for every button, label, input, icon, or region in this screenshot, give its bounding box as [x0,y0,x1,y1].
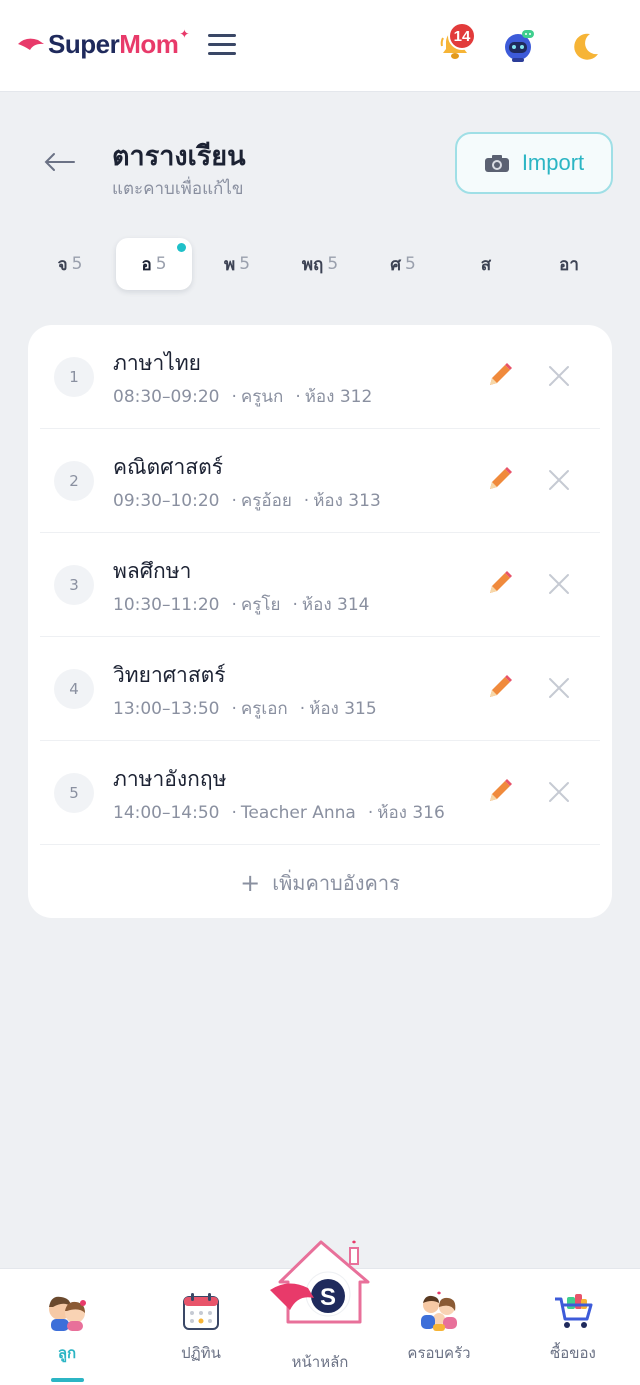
add-period-label: เพิ่มคาบอังคาร [272,871,400,895]
nav-shop-label: ซื้อของ [550,1344,596,1362]
period-room: ห้อง 314 [301,595,370,615]
edit-pencil-icon[interactable] [484,569,514,599]
period-teacher: ครูเอก [240,699,288,719]
period-subject: ภาษาอังกฤษ [113,767,227,791]
nav-shop[interactable]: ซื้อของ [518,1289,628,1379]
period-number: 3 [54,565,94,605]
page-title: ตารางเรียน [112,141,246,172]
plus-icon: + [240,869,261,897]
nav-calendar[interactable]: ปฏิทิน [146,1289,256,1379]
period-meta: 10:30–11:20 · ครูโย · ห้อง 314 [113,595,370,615]
period-row[interactable]: 3 พลศึกษา 10:30–11:20 · ครูโย · ห้อง 314 [40,533,600,637]
period-number: 5 [54,773,94,813]
logo-text-mom: Mom [119,28,179,59]
period-time: 08:30–09:20 [113,387,220,407]
period-room: ห้อง 315 [309,699,377,719]
delete-x-icon[interactable] [548,573,570,595]
edit-pencil-icon[interactable] [484,777,514,807]
ai-assistant-robot-icon[interactable] [500,28,536,64]
period-time: 10:30–11:20 [113,595,220,615]
notification-badge: 14 [448,22,476,50]
active-tab-indicator [51,1378,84,1382]
period-row[interactable]: 4 วิทยาศาสตร์ 13:00–13:50 · ครูเอก · ห้อง 31… [40,637,600,741]
nav-calendar-label: ปฏิทิน [181,1344,221,1362]
kids-icon [49,1296,86,1331]
period-teacher: ครูโย [240,595,281,615]
period-number: 1 [54,357,94,397]
edit-pencil-icon[interactable] [484,361,514,391]
cape-icon [18,38,44,50]
import-label: Import [521,150,585,175]
period-room: ห้อง 313 [313,491,381,511]
delete-x-icon[interactable] [548,677,570,699]
period-teacher: ครูอ้อย [240,491,292,511]
period-time: 09:30–10:20 [113,491,220,511]
hamburger-icon [208,34,236,37]
delete-x-icon[interactable] [548,781,570,803]
app-logo[interactable]: SuperMom ✦ [16,24,189,64]
page-subtitle: แตะคาบเพื่อแก้ไข [112,179,244,199]
period-subject: พลศึกษา [113,559,192,583]
edit-pencil-icon[interactable] [484,673,514,703]
period-teacher: ครูนก [240,387,284,407]
import-button[interactable]: Import [455,132,613,194]
day-tab-mon[interactable]: จ5 [32,238,108,290]
period-time: 13:00–13:50 [113,699,220,719]
family-icon [421,1291,457,1331]
period-meta: 08:30–09:20 · ครูนก · ห้อง 312 [113,387,373,407]
shopping-cart-icon [555,1294,593,1328]
nav-home-label: หน้าหลัก [291,1353,349,1371]
period-subject: ภาษาไทย [113,351,201,375]
period-room: ห้อง 312 [304,387,373,407]
camera-icon [484,155,509,172]
period-teacher: Teacher Anna [240,803,356,823]
period-meta: 13:00–13:50 · ครูเอก · ห้อง 315 [113,699,377,719]
period-meta: 09:30–10:20 · ครูอ้อย · ห้อง 313 [113,491,381,511]
period-number: 4 [54,669,94,709]
calendar-icon [183,1293,219,1330]
day-tab-sat[interactable]: ส [448,238,524,290]
day-tab-fri[interactable]: ศ5 [365,238,441,290]
add-period-button[interactable]: + เพิ่มคาบอังคาร [28,863,612,903]
period-row[interactable]: 5 ภาษาอังกฤษ 14:00–14:50 · Teacher Anna · ห้… [40,741,600,845]
delete-x-icon[interactable] [548,365,570,387]
dark-mode-moon-icon[interactable] [568,30,602,64]
menu-button[interactable] [208,34,236,56]
period-room: ห้อง 316 [377,803,445,823]
svg-text:S: S [320,1284,336,1311]
nav-kids-label: ลูก [57,1344,77,1362]
delete-x-icon[interactable] [548,469,570,491]
day-tab-tue[interactable]: อ5 [116,238,192,290]
logo-text-super: Super [48,28,120,59]
period-meta: 14:00–14:50 · Teacher Anna · ห้อง 316 [113,803,445,823]
day-tab-thu[interactable]: พฤ 5 [282,238,358,290]
schedule-card: 1 ภาษาไทย 08:30–09:20 · ครูนก · ห้อง 312 2 ค… [28,325,612,918]
day-tabs: จ5 อ5 พ5 พฤ 5 ศ5 ส อา [30,238,610,290]
nav-family[interactable]: ครอบครัว [384,1289,494,1379]
top-bar: SuperMom ✦ 14 [0,0,640,92]
home-house-logo-icon[interactable]: S [268,1238,374,1324]
period-row[interactable]: 2 คณิตศาสตร์ 09:30–10:20 · ครูอ้อย · ห้อง 31… [40,429,600,533]
sparkle-icon: ✦ [179,27,190,41]
nav-family-label: ครอบครัว [407,1344,471,1362]
period-subject: วิทยาศาสตร์ [113,663,226,687]
period-subject: คณิตศาสตร์ [113,455,224,479]
day-tab-wed[interactable]: พ5 [199,238,275,290]
edit-pencil-icon[interactable] [484,465,514,495]
period-row[interactable]: 1 ภาษาไทย 08:30–09:20 · ครูนก · ห้อง 312 [40,325,600,429]
period-number: 2 [54,461,94,501]
back-arrow-icon[interactable] [42,150,76,174]
today-indicator-dot [177,243,186,252]
nav-kids[interactable]: ลูก [12,1289,122,1379]
period-time: 14:00–14:50 [113,803,220,823]
day-tab-sun[interactable]: อา [531,238,607,290]
